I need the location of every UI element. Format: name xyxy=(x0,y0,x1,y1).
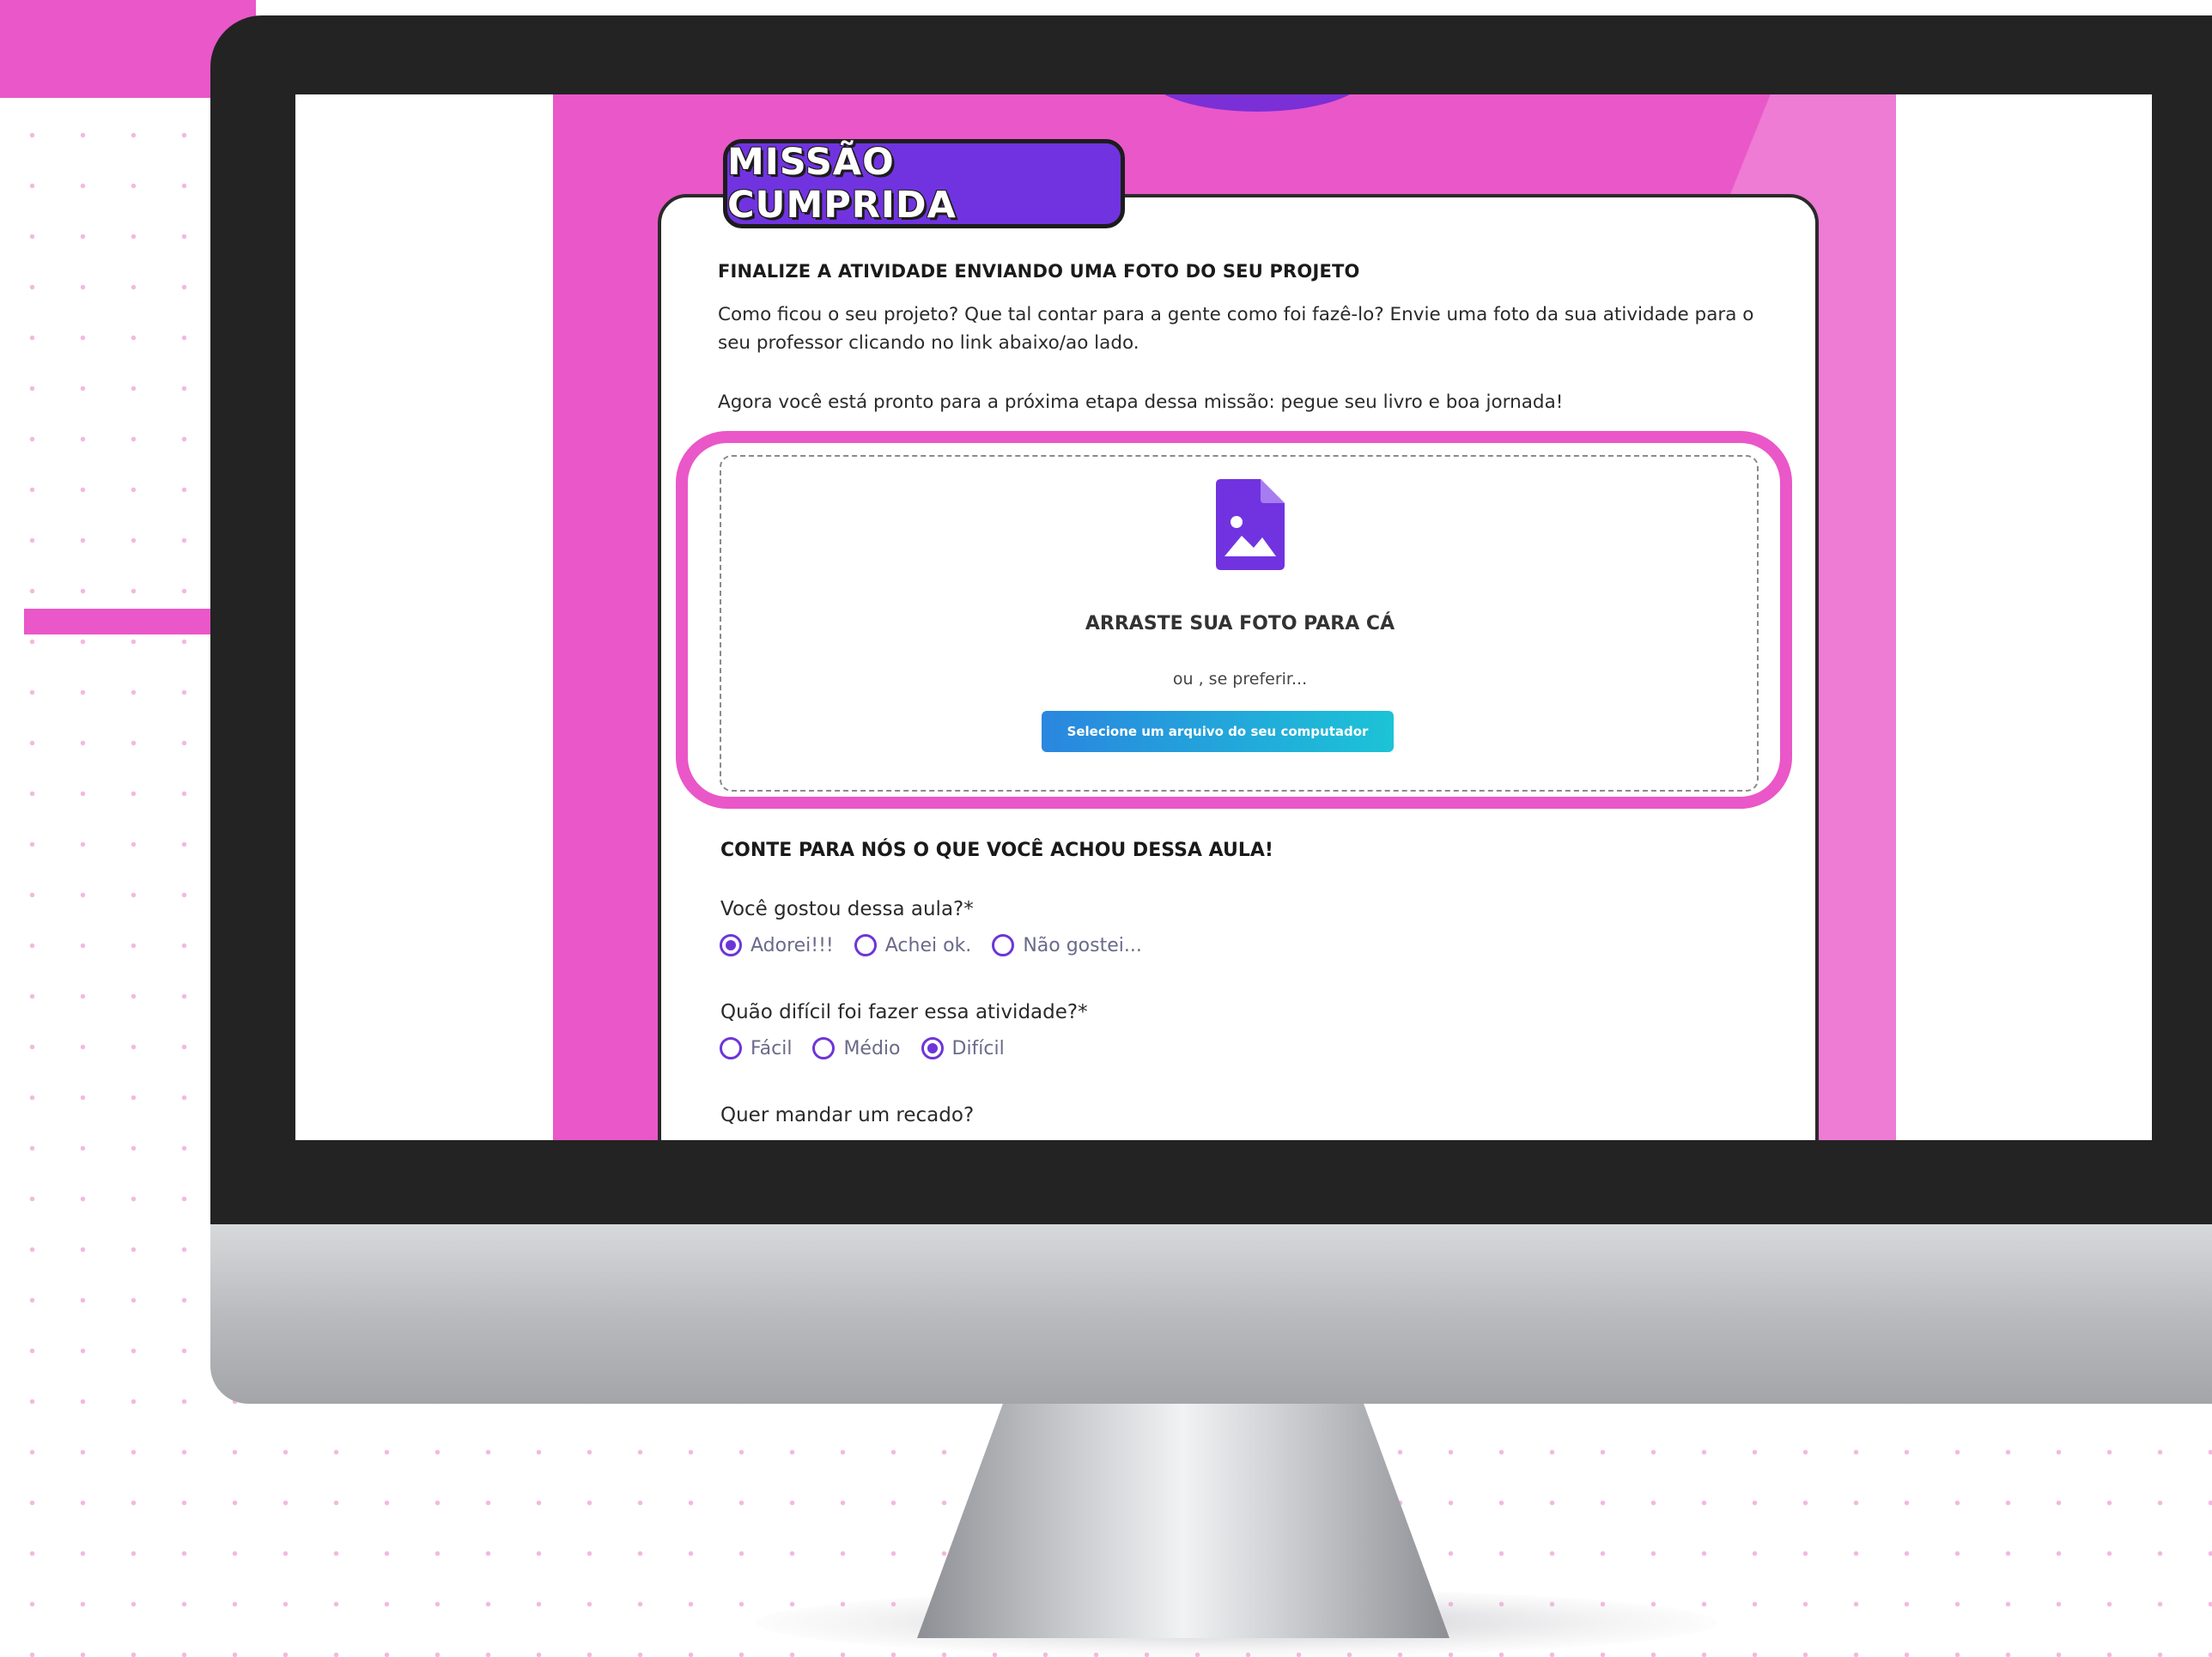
title-badge: MISSÃO CUMPRIDA xyxy=(723,139,1125,228)
radio-dificil[interactable] xyxy=(921,1037,944,1059)
question-liked-options: Adorei!!! Achei ok. Não gostei... xyxy=(720,934,1142,956)
option-achei-ok-label: Achei ok. xyxy=(884,934,972,956)
option-dificil-label: Difícil xyxy=(951,1037,1005,1059)
page-title: MISSÃO CUMPRIDA xyxy=(727,141,957,227)
question-difficulty-options: Fácil Médio Difícil xyxy=(720,1037,1005,1059)
instructions-text: Como ficou o seu projeto? Que tal contar… xyxy=(718,304,1754,354)
drop-label: ARRASTE SUA FOTO PARA CÁ xyxy=(1085,613,1395,634)
image-file-icon xyxy=(1216,479,1285,570)
question-message-label: Quer mandar um recado? xyxy=(720,1104,975,1126)
select-file-button[interactable]: Selecione um arquivo do seu computador xyxy=(1042,711,1394,752)
option-nao-gostei[interactable]: Não gostei... xyxy=(992,934,1142,956)
radio-nao-gostei[interactable] xyxy=(992,934,1015,956)
question-difficulty-label: Quão difícil foi fazer essa atividade?* xyxy=(720,1001,1088,1023)
next-step-text: Agora você está pronto para a próxima et… xyxy=(718,391,1564,413)
option-achei-ok[interactable]: Achei ok. xyxy=(854,934,972,956)
option-adorei[interactable]: Adorei!!! xyxy=(720,934,834,956)
option-nao-gostei-label: Não gostei... xyxy=(1023,934,1142,956)
radio-achei-ok[interactable] xyxy=(854,934,877,956)
feedback-title: CONTE PARA NÓS O QUE VOCÊ ACHOU DESSA AU… xyxy=(720,840,1273,861)
option-dificil[interactable]: Difícil xyxy=(921,1037,1005,1059)
radio-adorei[interactable] xyxy=(720,934,742,956)
option-medio-label: Médio xyxy=(843,1037,901,1059)
or-text: ou , se preferir... xyxy=(1172,670,1308,689)
option-facil[interactable]: Fácil xyxy=(720,1037,792,1059)
question-liked-label: Você gostou dessa aula?* xyxy=(720,898,974,920)
monitor-chin xyxy=(210,1219,2212,1404)
radio-facil[interactable] xyxy=(720,1037,742,1059)
section-title: FINALIZE A ATIVIDADE ENVIANDO UMA FOTO D… xyxy=(718,261,1360,282)
radio-medio[interactable] xyxy=(812,1037,836,1059)
option-adorei-label: Adorei!!! xyxy=(750,934,834,956)
monitor-stand xyxy=(917,1391,1449,1638)
option-facil-label: Fácil xyxy=(750,1037,793,1059)
option-medio[interactable]: Médio xyxy=(812,1037,901,1059)
monitor-screen: MISSÃO CUMPRIDA FINALIZE A ATIVIDADE ENV… xyxy=(295,94,2152,1140)
